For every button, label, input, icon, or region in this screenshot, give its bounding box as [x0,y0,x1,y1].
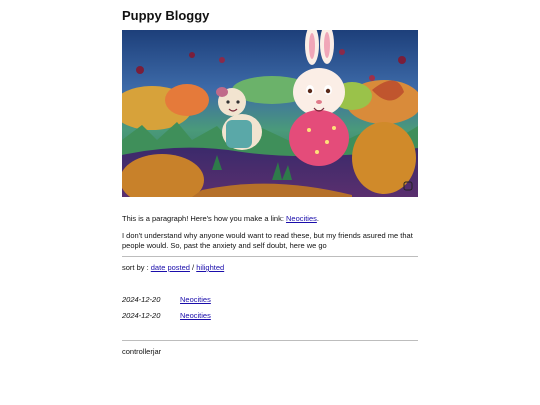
intro-paragraph: This is a paragraph! Here's how you make… [122,214,418,224]
post-entry: 2024-12-20 Neocities [122,311,418,321]
intro-text: This is a paragraph! Here's how you make… [122,214,287,223]
footer-author: controllerjar [122,347,162,356]
sort-bar: sort by : date posted / hilighted [122,263,418,273]
post-date: 2024-12-20 [122,311,161,320]
blog-title: Puppy Bloggy [122,8,210,23]
hero-illustration [122,30,418,197]
page: Puppy Bloggy This is a paragraph! Here's… [0,0,540,405]
footer-divider [122,340,418,341]
neocities-link[interactable]: Neocities [286,214,317,223]
intro-period: . [316,214,319,223]
sort-date-posted-link[interactable]: date posted [151,263,190,272]
post-link[interactable]: Neocities [180,295,211,304]
sort-highlighted-link[interactable]: hilighted [196,263,224,272]
post-date: 2024-12-20 [122,295,161,304]
post-entry: 2024-12-20 Neocities [122,295,418,305]
post-link[interactable]: Neocities [180,311,211,320]
divider [122,256,418,257]
anxiety-paragraph: I don't understand why anyone would want… [122,231,413,250]
sort-label: sort by : [122,263,151,272]
